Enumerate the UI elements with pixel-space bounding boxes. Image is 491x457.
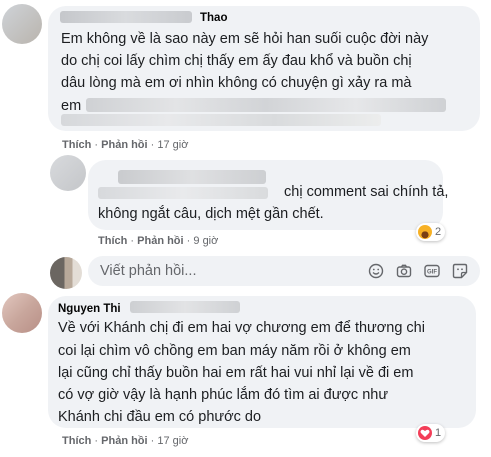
blurred-name (130, 301, 240, 313)
comment-text-line: lại cũng chỉ thấy buồn hai em rất hai vu… (58, 365, 414, 381)
blurred-text (86, 98, 446, 112)
comment-actions: Thích · Phản hồi · 17 giờ (62, 435, 189, 447)
camera-icon[interactable] (396, 263, 412, 279)
like-link[interactable]: Thích (62, 139, 91, 151)
comment-text-line: coi lại chìm vô chồng em ban máy năm rồi… (58, 343, 411, 359)
comment-bubble: Nguyen Thi Về với Khánh chị đi em hai vợ… (48, 296, 476, 428)
reply-input[interactable]: Viết phản hồi... GIF (88, 256, 480, 286)
reaction-count: 1 (435, 427, 442, 439)
comment-text-line: chị comment sai chính tả, (284, 184, 449, 200)
comment-time[interactable]: 17 giờ (157, 139, 188, 151)
comment-actions: Thích · Phản hồi · 9 giờ (98, 235, 219, 247)
comment-actions: Thích · Phản hồi · 17 giờ (62, 139, 189, 151)
heart-icon (418, 426, 432, 440)
comment-text-line: Em không về là sao này em sẽ hỏi han suố… (61, 31, 429, 47)
reply-link[interactable]: Phản hồi (137, 235, 183, 247)
comment-text-line: dâu lòng mà em ơi nhìn không có chuyện g… (61, 75, 412, 91)
comment-text-line: không ngắt câu, dịch mệt gần chết. (98, 206, 324, 222)
reaction-badge[interactable]: 2 (416, 223, 446, 241)
blurred-name (60, 11, 192, 23)
avatar[interactable] (2, 293, 42, 333)
reply-link[interactable]: Phản hồi (101, 139, 147, 151)
comment-bubble: chị comment sai chính tả, không ngắt câu… (88, 160, 448, 230)
current-user-avatar (50, 257, 82, 289)
like-link[interactable]: Thích (62, 435, 91, 447)
comment-bubble: Thao Em không về là sao này em sẽ hỏi ha… (48, 6, 480, 131)
comment-text-line: Khánh chi đầu em có phước do (58, 409, 262, 425)
reply-placeholder: Viết phản hồi... (100, 263, 197, 279)
haha-icon (418, 225, 432, 239)
emoji-icon[interactable] (368, 263, 384, 279)
avatar[interactable] (2, 4, 42, 44)
comment-time[interactable]: 17 giờ (157, 435, 188, 447)
gif-icon[interactable]: GIF (424, 263, 440, 279)
reaction-badge[interactable]: 1 (416, 424, 446, 442)
comment-text-line: Về với Khánh chị đi em hai vợ chương em … (58, 320, 425, 336)
comment-text-line: có vợ giờ vậy là hạnh phúc lắm đó tìm ai… (58, 387, 389, 403)
comment-text-line: do chị coi lấy chìm chị thấy em ấy đau k… (61, 53, 412, 69)
blurred-name (118, 170, 266, 184)
reaction-count: 2 (435, 226, 442, 238)
comment-time[interactable]: 9 giờ (193, 235, 218, 247)
svg-text:GIF: GIF (427, 270, 437, 276)
sticker-icon[interactable] (452, 263, 468, 279)
avatar[interactable] (50, 155, 86, 191)
like-link[interactable]: Thích (98, 235, 127, 247)
comment-author[interactable]: Nguyen Thi (58, 303, 121, 315)
blurred-name (98, 187, 268, 199)
reply-link[interactable]: Phản hồi (101, 435, 147, 447)
blurred-text (61, 114, 381, 126)
comment-author[interactable]: Thao (200, 12, 227, 24)
